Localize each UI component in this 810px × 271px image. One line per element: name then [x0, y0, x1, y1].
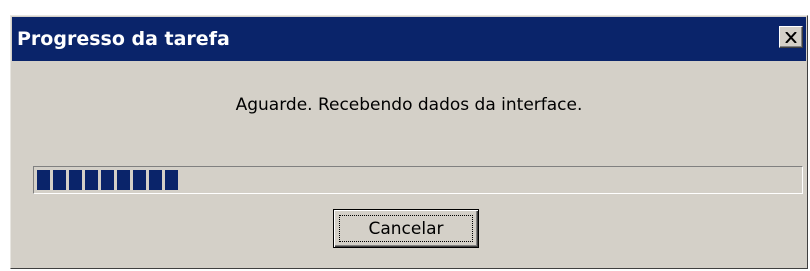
- progress-block: [85, 170, 98, 190]
- progress-block: [165, 170, 178, 190]
- progress-block: [37, 170, 50, 190]
- progress-block: [117, 170, 130, 190]
- title-bar[interactable]: Progresso da tarefa: [12, 17, 806, 61]
- cancel-button[interactable]: Cancelar: [333, 209, 479, 248]
- progress-block: [53, 170, 66, 190]
- progress-bar: [33, 166, 803, 194]
- progress-fill: [37, 170, 178, 190]
- close-icon: [785, 31, 797, 43]
- task-progress-dialog: Progresso da tarefa Aguarde. Recebendo d…: [10, 15, 808, 269]
- progress-block: [133, 170, 146, 190]
- progress-block: [69, 170, 82, 190]
- close-button[interactable]: [779, 26, 803, 48]
- dialog-title: Progresso da tarefa: [17, 28, 230, 50]
- progress-block: [101, 170, 114, 190]
- cancel-button-label: Cancelar: [339, 215, 473, 242]
- progress-block: [149, 170, 162, 190]
- status-message: Aguarde. Recebendo dados da interface.: [235, 95, 583, 115]
